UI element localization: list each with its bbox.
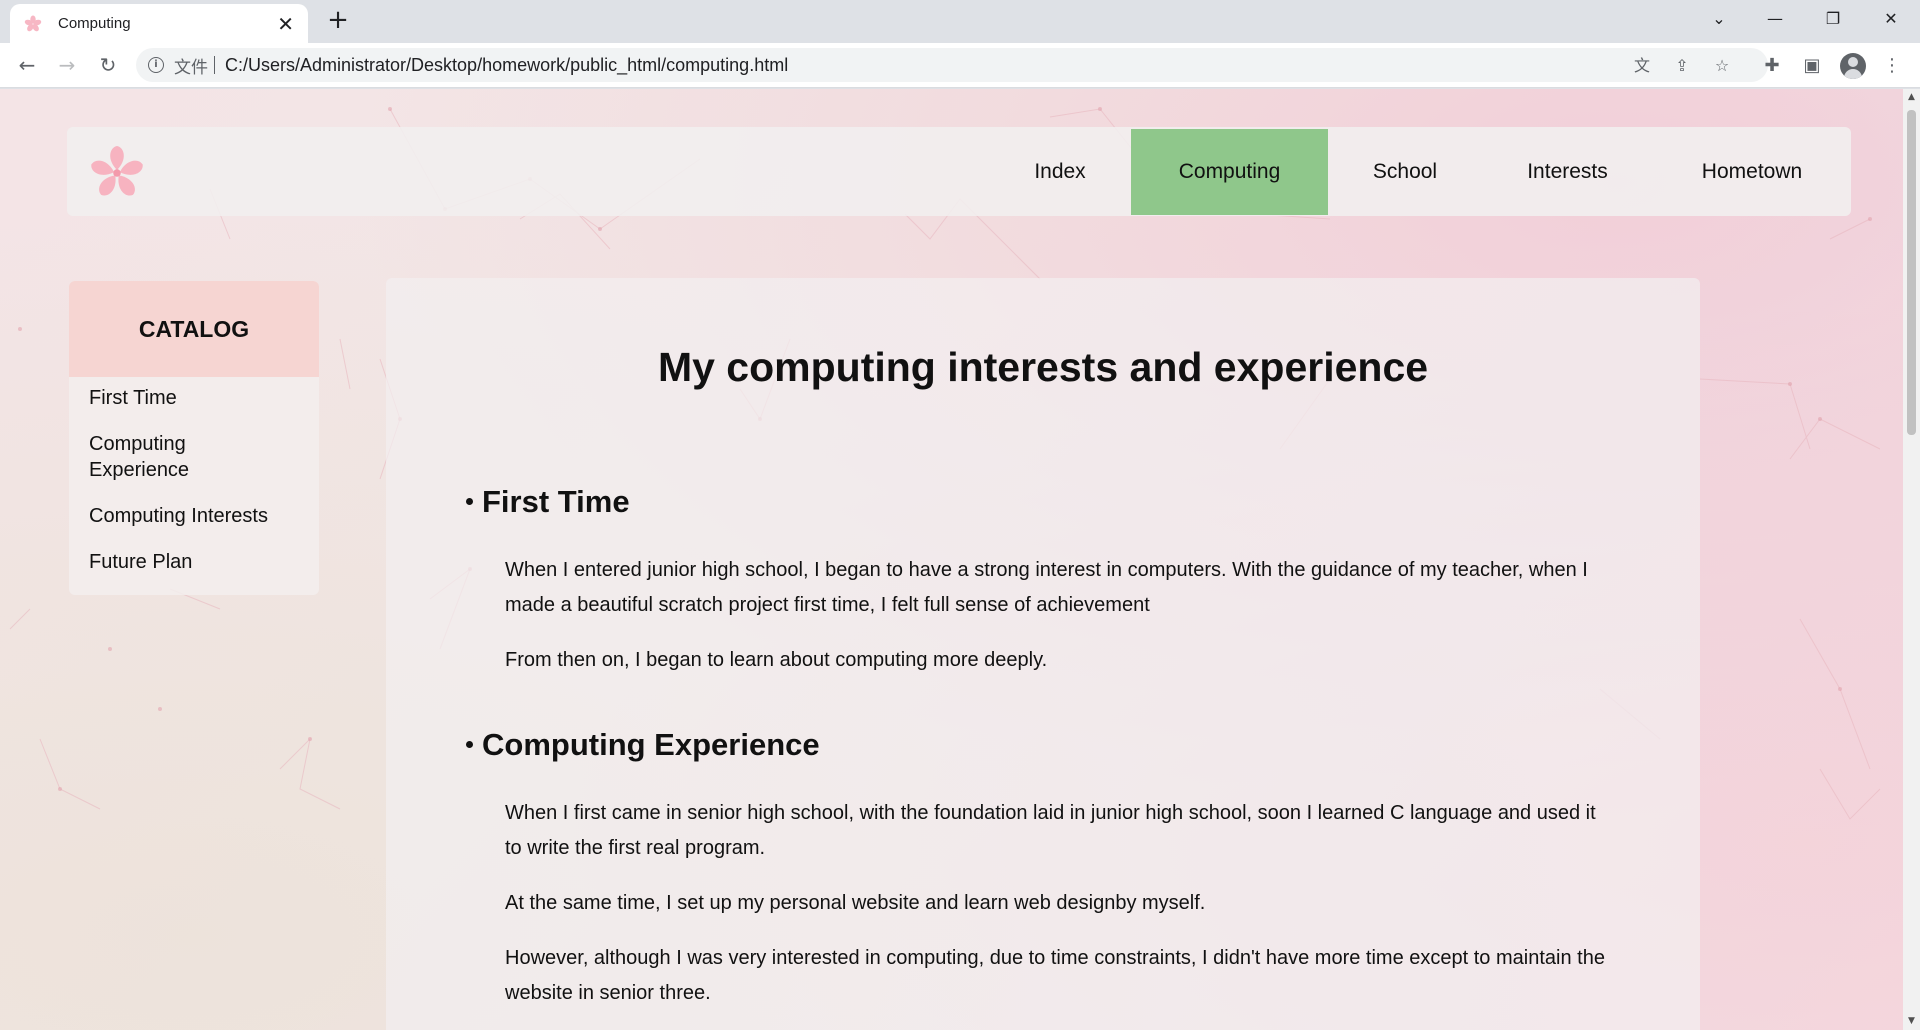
reload-icon[interactable]: ↻ bbox=[93, 50, 123, 80]
paragraph: At the same time, I set up my personal w… bbox=[505, 892, 1206, 914]
bullet bbox=[466, 741, 473, 748]
menu-dots-icon[interactable]: ⋮ bbox=[1880, 54, 1904, 78]
section-heading-text: Computing Experience bbox=[482, 727, 820, 762]
tab-search-icon[interactable]: ⌄ bbox=[1696, 4, 1742, 34]
main-nav: Index Computing School Interests Hometow… bbox=[989, 129, 1851, 215]
scrollbar-thumb[interactable] bbox=[1907, 110, 1916, 435]
main-content: My computing interests and experience Fi… bbox=[386, 278, 1700, 1030]
bookmark-star-icon[interactable]: ☆ bbox=[1711, 55, 1733, 77]
cherry-blossom-icon[interactable] bbox=[87, 143, 147, 203]
share-icon[interactable]: ⇪ bbox=[1671, 55, 1693, 77]
paragraph: When I first came in senior high school,… bbox=[505, 802, 1596, 859]
page-viewport: Index Computing School Interests Hometow… bbox=[0, 89, 1903, 1030]
nav-computing[interactable]: Computing bbox=[1131, 129, 1328, 215]
address-bar[interactable]: i 文件 C:/Users/Administrator/Desktop/home… bbox=[136, 48, 1768, 82]
catalog-list: First Time Computing Experience Computin… bbox=[69, 377, 319, 575]
close-tab-icon[interactable]: ✕ bbox=[277, 14, 294, 34]
nav-hometown[interactable]: Hometown bbox=[1653, 129, 1851, 215]
nav-school[interactable]: School bbox=[1328, 129, 1482, 215]
restore-button[interactable]: ❐ bbox=[1810, 4, 1856, 34]
paragraph: From then on, I began to learn about com… bbox=[505, 649, 1048, 671]
section-heading-first-time: First Time bbox=[466, 484, 630, 520]
minimize-button[interactable]: — bbox=[1752, 4, 1798, 34]
tab-strip: Computing ✕ + ⌄ — ❐ ✕ bbox=[0, 0, 1920, 43]
file-scheme-label: 文件 bbox=[174, 57, 208, 78]
nav-interests[interactable]: Interests bbox=[1482, 129, 1653, 215]
forward-arrow-icon[interactable]: → bbox=[52, 50, 82, 80]
bullet bbox=[466, 498, 473, 505]
catalog-item-computing-interests[interactable]: Computing Interests bbox=[89, 503, 299, 529]
tab-title: Computing bbox=[58, 15, 131, 32]
divider bbox=[214, 56, 215, 74]
paragraph: However, although I was very interested … bbox=[505, 947, 1605, 1004]
browser-toolbar: ← → ↻ i 文件 C:/Users/Administrator/Deskto… bbox=[0, 43, 1920, 88]
page-title: My computing interests and experience bbox=[657, 344, 1429, 390]
close-window-button[interactable]: ✕ bbox=[1868, 4, 1914, 34]
new-tab-button[interactable]: + bbox=[324, 6, 352, 34]
browser-tab[interactable]: Computing ✕ bbox=[10, 4, 308, 43]
catalog-item-computing-experience[interactable]: Computing Experience bbox=[89, 431, 239, 483]
catalog-title: CATALOG bbox=[69, 281, 319, 377]
back-arrow-icon[interactable]: ← bbox=[12, 50, 42, 80]
translate-icon[interactable]: 文 bbox=[1631, 55, 1653, 77]
site-header: Index Computing School Interests Hometow… bbox=[67, 127, 1851, 216]
side-panel-icon[interactable]: ▣ bbox=[1800, 54, 1824, 78]
profile-avatar-icon[interactable] bbox=[1840, 53, 1866, 79]
nav-index[interactable]: Index bbox=[989, 129, 1131, 215]
catalog-sidebar: CATALOG First Time Computing Experience … bbox=[69, 281, 319, 595]
paragraph: When I entered junior high school, I beg… bbox=[505, 559, 1588, 616]
url-text[interactable]: C:/Users/Administrator/Desktop/homework/… bbox=[225, 55, 1768, 76]
scroll-up-arrow-icon[interactable]: ▲ bbox=[1903, 89, 1920, 106]
scroll-down-arrow-icon[interactable]: ▼ bbox=[1903, 1013, 1920, 1030]
catalog-item-first-time[interactable]: First Time bbox=[89, 385, 299, 411]
section-heading-text: First Time bbox=[482, 484, 630, 519]
catalog-item-future-plan[interactable]: Future Plan bbox=[89, 549, 299, 575]
cherry-blossom-icon bbox=[24, 14, 42, 31]
info-icon[interactable]: i bbox=[148, 57, 164, 73]
extensions-puzzle-icon[interactable]: ✚ bbox=[1760, 54, 1784, 78]
section-heading-computing-experience: Computing Experience bbox=[466, 727, 820, 763]
page-scrollbar[interactable]: ▲ ▼ bbox=[1903, 89, 1920, 1030]
